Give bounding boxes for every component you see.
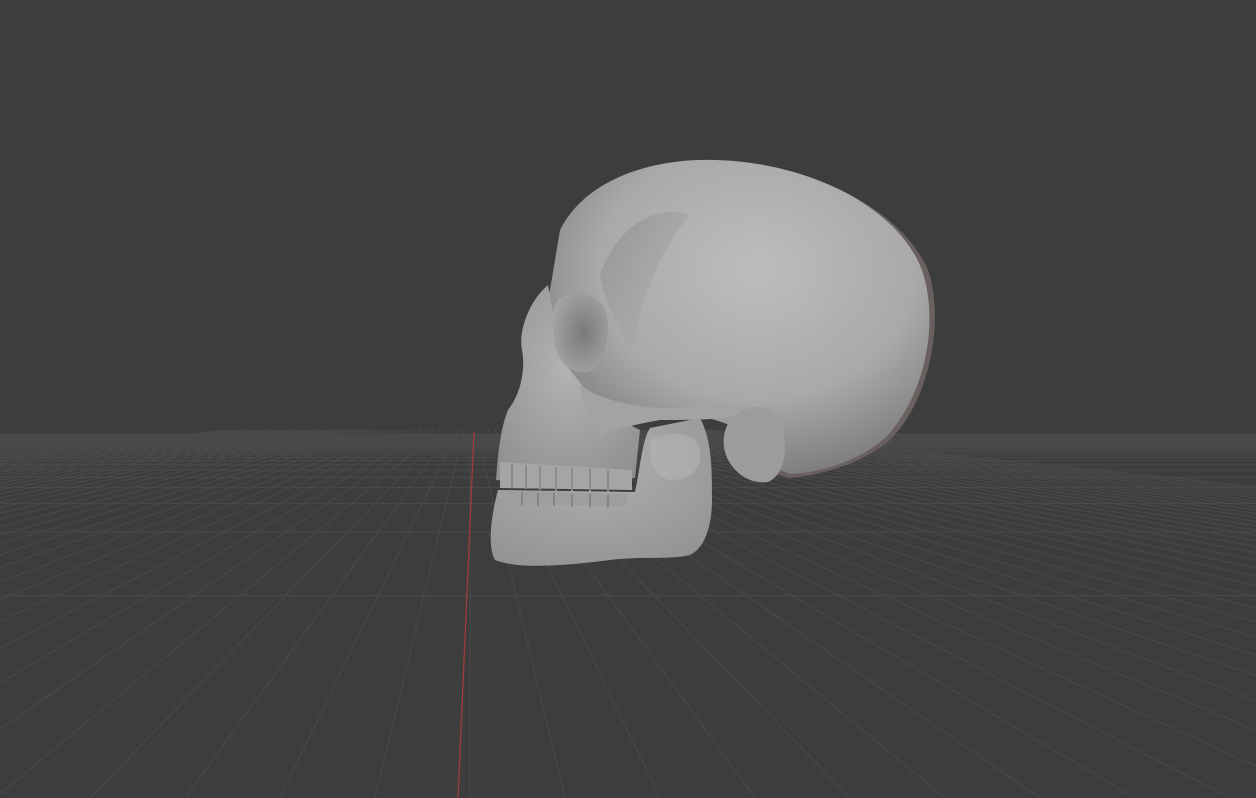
mastoid-process	[723, 406, 786, 483]
grid-line	[703, 429, 1256, 490]
grid-line	[374, 429, 465, 798]
grid-line	[0, 429, 267, 463]
skull-mesh[interactable]	[490, 159, 935, 566]
grid-line	[89, 429, 447, 798]
viewport-canvas[interactable]	[0, 0, 1256, 798]
grid-line	[0, 429, 369, 521]
grid-line	[0, 429, 261, 462]
grid-line	[0, 429, 231, 455]
grid-line	[0, 429, 249, 459]
x-axis-line	[457, 431, 475, 798]
grid-line	[697, 429, 1256, 492]
grid-line	[0, 429, 351, 503]
grid-line	[0, 429, 333, 491]
grid-line	[0, 429, 315, 481]
grid-line	[0, 429, 345, 499]
grid-line	[0, 429, 381, 536]
grid-line	[0, 429, 393, 556]
grid-line	[0, 429, 273, 465]
3d-viewport[interactable]	[0, 0, 1256, 798]
grid-line	[709, 429, 1256, 487]
grid-line	[0, 429, 405, 583]
grid-line	[279, 429, 459, 798]
grid-line	[184, 429, 453, 798]
grid-line	[0, 429, 387, 545]
grid-line	[0, 429, 339, 495]
grid-line	[0, 429, 255, 460]
